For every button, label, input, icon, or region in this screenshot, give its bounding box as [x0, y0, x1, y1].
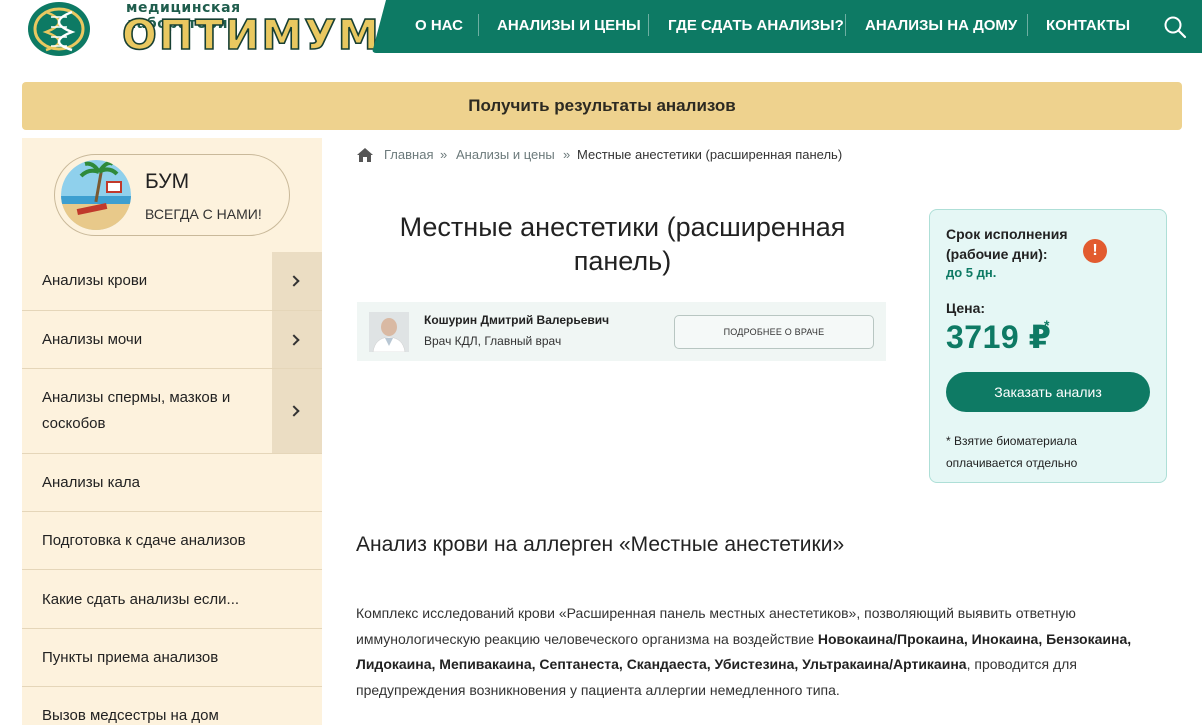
article-paragraph: Комплекс исследований крови «Расширенная… [356, 601, 1176, 703]
get-results-button[interactable]: Получить результаты анализов [22, 82, 1182, 130]
page-title: Местные анестетики (расширенная панель) [399, 212, 846, 276]
breadcrumb-current: Местные анестетики (расширенная панель) [577, 147, 843, 162]
nav-divider [648, 14, 649, 36]
sidebar-item-preparation[interactable]: Подготовка к сдаче анализов [22, 512, 322, 570]
sidebar-item-which-tests[interactable]: Какие сдать анализы если... [22, 570, 322, 629]
logo-emblem-icon [28, 2, 90, 56]
sidebar-item-blood[interactable]: Анализы крови [22, 252, 322, 311]
sidebar-item-label: Анализы мочи [42, 331, 143, 348]
nav-where-to-test[interactable]: ГДЕ СДАТЬ АНАЛИЗЫ? [668, 17, 844, 34]
nav-home-tests[interactable]: АНАЛИЗЫ НА ДОМУ [865, 17, 1017, 34]
nav-divider [845, 14, 846, 36]
doctor-card: Кошурин Дмитрий Валерьевич Врач КДЛ, Гла… [357, 302, 886, 361]
doctor-details-button[interactable]: ПОДРОБНЕЕ О ВРАЧЕ [674, 315, 874, 349]
sidebar-item-label: Подготовка к сдаче анализов [42, 532, 246, 549]
nav-divider [478, 14, 479, 36]
nav-contacts[interactable]: КОНТАКТЫ [1046, 17, 1130, 34]
price-box: Срок исполнения (рабочие дни): до 5 дн. … [929, 209, 1167, 483]
logo[interactable]: медицинская лаборатория оптимум [26, 0, 379, 62]
sidebar-item-label: Анализы спермы, мазков и соскобов [42, 389, 231, 432]
home-icon[interactable] [357, 148, 373, 162]
order-analysis-button[interactable]: Заказать анализ [946, 372, 1150, 412]
promo-subtitle: ВСЕГДА С НАМИ! [145, 206, 262, 222]
sidebar-item-collection-points[interactable]: Пункты приема анализов [22, 629, 322, 687]
sidebar-item-urine[interactable]: Анализы мочи [22, 311, 322, 369]
chevron-right-icon[interactable] [272, 369, 322, 453]
doctor-avatar [369, 312, 409, 352]
breadcrumb-separator: » [563, 147, 571, 162]
breadcrumb-analyses[interactable]: Анализы и цены [456, 147, 555, 162]
breadcrumb-separator: » [440, 147, 448, 162]
biomaterial-note: * Взятие биоматериала оплачивается отдел… [946, 434, 1078, 470]
alert-icon[interactable]: ! [1083, 239, 1107, 263]
chevron-right-icon[interactable] [272, 311, 322, 368]
article-heading: Анализ крови на аллерген «Местные анесте… [356, 533, 845, 556]
breadcrumb-home[interactable]: Главная [384, 147, 433, 162]
price-value: 3719 ₽ [946, 319, 1052, 355]
search-icon[interactable] [1162, 14, 1188, 40]
sidebar-item-label: Анализы кала [42, 474, 140, 491]
sidebar-item-nurse-visit[interactable]: Вызов медсестры на дом [22, 687, 322, 725]
sidebar-item-label: Какие сдать анализы если... [42, 591, 240, 608]
sidebar-item-stool[interactable]: Анализы кала [22, 454, 322, 512]
sidebar-item-label: Вызов медсестры на дом [42, 707, 219, 724]
price-asterisk: * [1044, 317, 1050, 333]
sidebar: БУМ ВСЕГДА С НАМИ! Анализы крови Анализы… [22, 138, 322, 725]
logo-title: оптимум [121, 11, 381, 59]
doctor-name: Кошурин Дмитрий Валерьевич [424, 313, 610, 327]
chevron-right-icon[interactable] [272, 252, 322, 310]
nav-divider [1027, 14, 1028, 36]
nav-analyses-prices[interactable]: АНАЛИЗЫ И ЦЕНЫ [497, 17, 641, 34]
beach-promo-icon [61, 160, 131, 230]
price-label: Цена: [946, 300, 986, 316]
promo-banner[interactable]: БУМ ВСЕГДА С НАМИ! [54, 154, 290, 236]
sidebar-item-sperm-smears[interactable]: Анализы спермы, мазков и соскобов [22, 369, 322, 454]
sidebar-item-label: Анализы крови [42, 272, 148, 289]
nav-about[interactable]: О НАС [415, 17, 463, 34]
term-label: Срок исполнения (рабочие дни): [946, 226, 1068, 262]
sidebar-item-label: Пункты приема анализов [42, 649, 219, 666]
term-value: до 5 дн. [946, 265, 997, 280]
main-nav: О НАС АНАЛИЗЫ И ЦЕНЫ ГДЕ СДАТЬ АНАЛИЗЫ? … [372, 0, 1202, 53]
promo-title: БУМ [145, 170, 190, 193]
doctor-role: Врач КДЛ, Главный врач [424, 334, 562, 348]
